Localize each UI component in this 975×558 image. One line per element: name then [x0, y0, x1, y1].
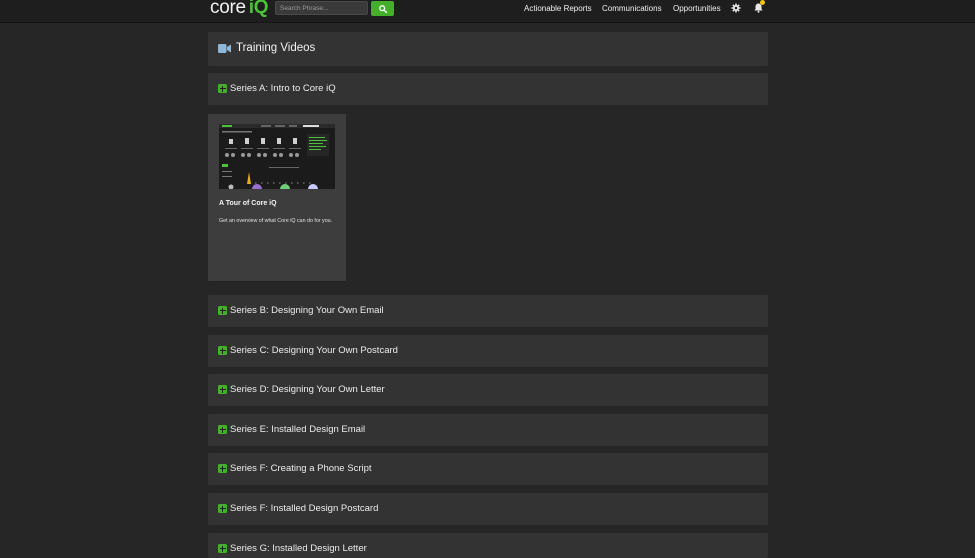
plus-square-icon	[218, 464, 227, 473]
logo-core-text: core	[210, 0, 246, 18]
series-b-accordion[interactable]: Series B: Designing Your Own Email	[208, 295, 768, 327]
training-videos-header: Training Videos	[208, 32, 768, 66]
series-label: Series C: Designing Your Own Postcard	[230, 345, 398, 356]
series-label: Series B: Designing Your Own Email	[230, 305, 384, 316]
series-a-accordion[interactable]: Series A: Intro to Core iQ	[208, 73, 768, 105]
video-description: Get an overview of what Core iQ can do f…	[219, 218, 333, 224]
series-label: Series E: Installed Design Email	[230, 424, 366, 435]
dashboard-preview-image	[219, 124, 335, 189]
plus-square-icon	[218, 346, 227, 355]
settings-button[interactable]	[730, 2, 742, 14]
logo-iq-text: iQ	[248, 0, 269, 18]
top-navigation-bar: coreiQ Actionable Reports Communications…	[0, 0, 975, 23]
search-icon	[378, 4, 387, 13]
plus-square-icon	[218, 306, 227, 315]
series-label: Series D: Designing Your Own Letter	[230, 384, 385, 395]
series-label: Series F: Installed Design Postcard	[230, 503, 379, 514]
video-card[interactable]: A Tour of Core iQ Get an overview of wha…	[208, 114, 346, 281]
nav-actionable-reports[interactable]: Actionable Reports	[524, 3, 592, 14]
notification-badge	[760, 0, 765, 5]
video-thumbnail[interactable]	[219, 124, 335, 189]
plus-square-icon	[218, 544, 227, 553]
series-g-accordion[interactable]: Series G: Installed Design Letter	[208, 533, 768, 558]
notifications-button[interactable]	[752, 0, 765, 14]
nav-opportunities[interactable]: Opportunities	[673, 3, 721, 14]
page-title: Training Videos	[236, 42, 316, 54]
plus-square-icon	[218, 425, 227, 434]
search-input[interactable]	[275, 1, 368, 15]
plus-square-icon	[218, 385, 227, 394]
search-button[interactable]	[371, 1, 394, 16]
series-f-phone-script-accordion[interactable]: Series F: Creating a Phone Script	[208, 453, 768, 485]
series-d-accordion[interactable]: Series D: Designing Your Own Letter	[208, 374, 768, 406]
series-f-postcard-accordion[interactable]: Series F: Installed Design Postcard	[208, 493, 768, 525]
series-e-accordion[interactable]: Series E: Installed Design Email	[208, 414, 768, 446]
plus-square-icon	[218, 504, 227, 513]
plus-square-icon	[218, 84, 227, 93]
video-camera-icon	[218, 44, 231, 53]
video-title[interactable]: A Tour of Core iQ	[219, 200, 277, 207]
series-label: Series F: Creating a Phone Script	[230, 463, 372, 474]
nav-communications[interactable]: Communications	[602, 3, 662, 14]
series-label: Series A: Intro to Core iQ	[230, 83, 336, 94]
gear-icon	[731, 3, 741, 13]
series-label: Series G: Installed Design Letter	[230, 543, 367, 554]
core-iq-logo[interactable]: core iQ	[210, 0, 269, 19]
series-c-accordion[interactable]: Series C: Designing Your Own Postcard	[208, 335, 768, 367]
